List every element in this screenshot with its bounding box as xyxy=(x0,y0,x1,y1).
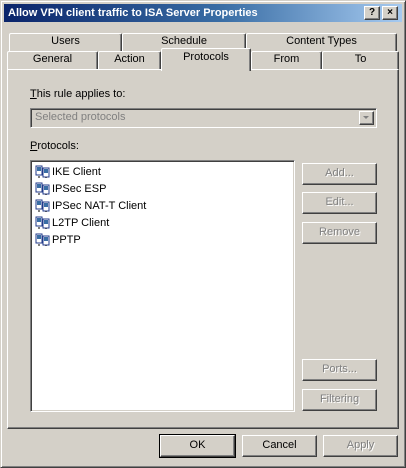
applies-dropdown[interactable]: Selected protocols xyxy=(30,108,377,128)
apply-button[interactable]: Apply xyxy=(323,435,398,457)
protocol-icon xyxy=(35,233,50,247)
protocols-panel: This rule applies to: Selected protocols… xyxy=(7,69,399,429)
ok-button[interactable]: OK xyxy=(159,434,236,458)
tab-label: To xyxy=(354,53,367,65)
tab-label: From xyxy=(273,53,300,65)
protocol-name: IKE Client xyxy=(52,166,101,178)
help-button[interactable]: ? xyxy=(364,6,380,20)
tab-action[interactable]: Action xyxy=(98,51,161,69)
ports-button-label: Ports... xyxy=(322,363,357,375)
list-item[interactable]: PPTP xyxy=(31,232,294,249)
filtering-button[interactable]: Filtering xyxy=(302,389,377,411)
applies-dropdown-value: Selected protocols xyxy=(35,111,126,123)
ok-button-label: OK xyxy=(189,439,206,451)
window-title: Allow VPN client traffic to ISA Server P… xyxy=(8,7,258,19)
chevron-down-icon[interactable] xyxy=(359,111,374,125)
protocol-icon xyxy=(35,182,50,196)
protocol-name: IPSec ESP xyxy=(52,183,107,195)
tab-label: Protocols xyxy=(183,51,229,63)
cancel-button[interactable]: Cancel xyxy=(242,435,317,457)
cancel-button-label: Cancel xyxy=(262,439,297,451)
add-button-label: Add... xyxy=(325,167,354,179)
protocol-icon xyxy=(35,165,50,179)
list-item[interactable]: L2TP Client xyxy=(31,215,294,232)
tab-label: Schedule xyxy=(161,35,207,47)
list-item[interactable]: IKE Client xyxy=(31,164,294,181)
remove-button[interactable]: Remove xyxy=(302,222,377,244)
properties-dialog: Allow VPN client traffic to ISA Server P… xyxy=(0,0,406,468)
protocol-name: IPSec NAT-T Client xyxy=(52,200,147,212)
protocol-icon xyxy=(35,216,50,230)
applies-label-text: his rule applies to: xyxy=(36,88,126,100)
filtering-button-label: Filtering xyxy=(319,393,360,405)
protocols-list-items: IKE Client IPSec ESP IPSec NAT-T Client … xyxy=(31,161,294,249)
tab-label: Users xyxy=(51,35,80,47)
tab-label: General xyxy=(32,53,73,65)
edit-button[interactable]: Edit... xyxy=(302,192,377,214)
tab-to[interactable]: To xyxy=(322,51,399,69)
list-item[interactable]: IPSec ESP xyxy=(31,181,294,198)
tab-protocols[interactable]: Protocols xyxy=(161,48,251,71)
list-item[interactable]: IPSec NAT-T Client xyxy=(31,198,294,215)
tab-from[interactable]: From xyxy=(251,51,322,69)
tab-general[interactable]: General xyxy=(7,51,98,69)
protocols-label-text: rotocols: xyxy=(37,140,79,152)
remove-button-label: Remove xyxy=(319,226,360,238)
ports-button[interactable]: Ports... xyxy=(302,359,377,381)
tab-label: Action xyxy=(114,53,145,65)
tab-content-types[interactable]: Content Types xyxy=(246,33,397,51)
protocol-icon xyxy=(35,199,50,213)
protocol-name: L2TP Client xyxy=(52,217,110,229)
apply-button-label: Apply xyxy=(346,439,375,451)
applies-label-mnemonic: T xyxy=(30,88,37,100)
tab-label: Content Types xyxy=(286,35,357,47)
protocols-label: Protocols: xyxy=(30,140,79,152)
close-button[interactable]: × xyxy=(382,6,398,20)
protocol-name: PPTP xyxy=(52,234,81,246)
edit-button-label: Edit... xyxy=(325,196,354,208)
title-bar[interactable]: Allow VPN client traffic to ISA Server P… xyxy=(4,4,402,22)
add-button[interactable]: Add... xyxy=(302,163,377,185)
protocols-list[interactable]: IKE Client IPSec ESP IPSec NAT-T Client … xyxy=(30,160,295,412)
applies-label: This rule applies to: xyxy=(30,88,125,100)
tab-users[interactable]: Users xyxy=(9,33,122,51)
